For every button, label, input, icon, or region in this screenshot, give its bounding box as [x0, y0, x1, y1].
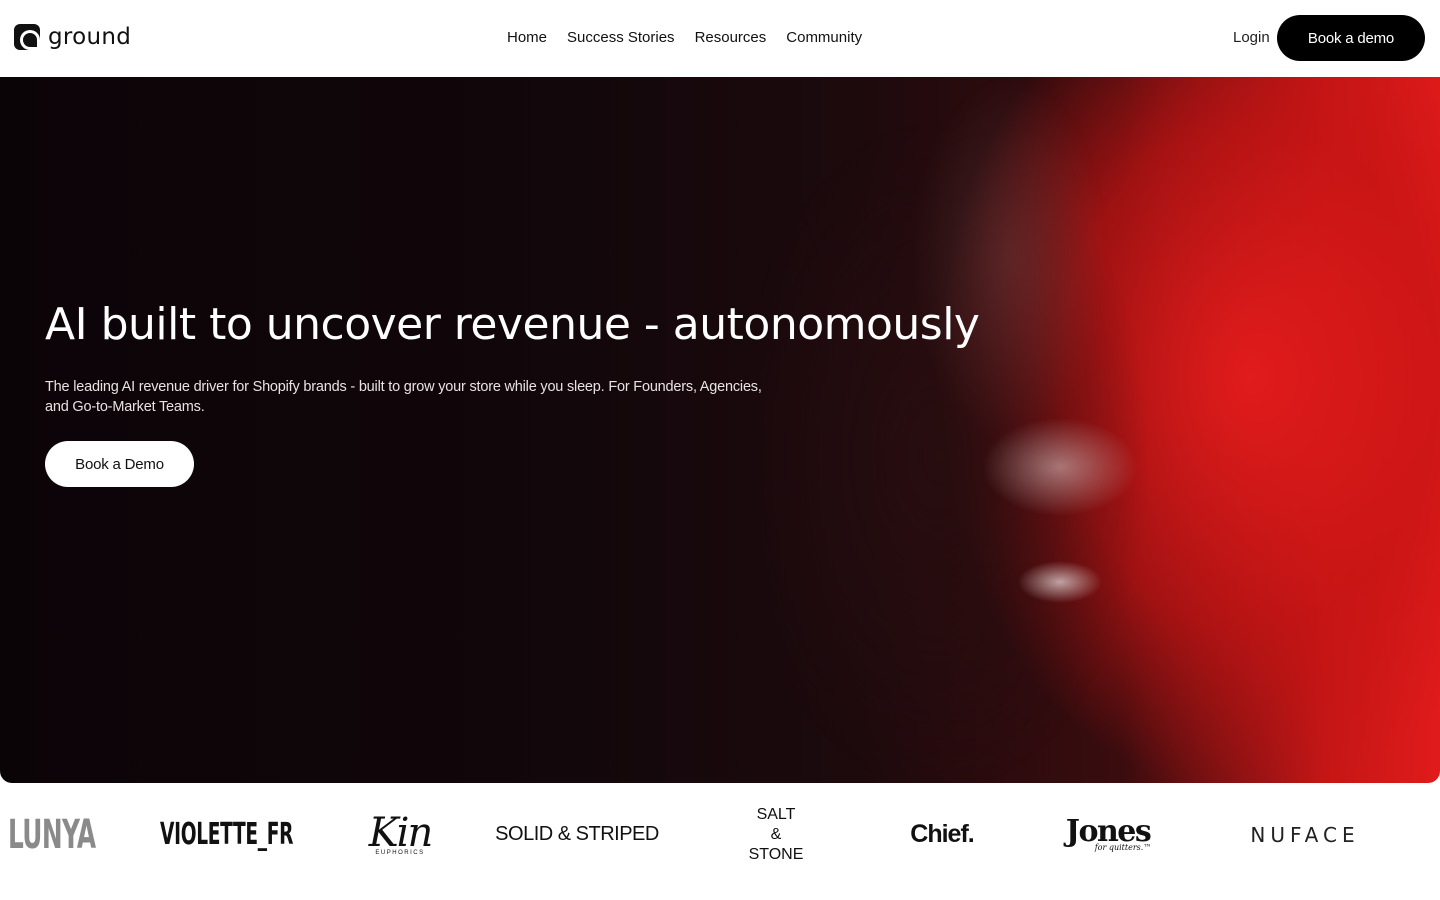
logo-solid-striped: SOLID & STRIPED — [495, 823, 659, 845]
logo-nuface: NUFACE — [1250, 822, 1360, 847]
logo-jones: Jones for quitters.™ — [1060, 783, 1156, 886]
logo-salt-line-3: STONE — [748, 845, 804, 863]
login-link[interactable]: Login — [1233, 28, 1270, 48]
customer-logo-strip: LUNYA VIOLETTE_FR Kin EUPHORICS SOLID & … — [0, 783, 1440, 900]
hero-title: AI built to uncover revenue - autonomous… — [45, 299, 980, 350]
logo-salt-line-2: & — [770, 825, 782, 843]
brand-name: ground — [48, 24, 132, 50]
ground-logo[interactable]: ground — [14, 22, 131, 52]
logo-chief: Chief. — [910, 820, 974, 848]
logo-kin-tagline: EUPHORICS — [375, 849, 425, 856]
nav-item-success-stories[interactable]: Success Stories — [567, 28, 675, 48]
logo-lunya: LUNYA — [8, 811, 96, 858]
logo-kin-name: Kin — [368, 809, 433, 856]
logo-violette-fr: VIOLETTE_FR — [160, 817, 294, 852]
book-demo-hero-button[interactable]: Book a Demo — [45, 441, 194, 487]
hero-content: AI built to uncover revenue - autonomous… — [45, 297, 980, 487]
nav-item-resources[interactable]: Resources — [695, 28, 767, 48]
logo-kin-euphorics: Kin EUPHORICS — [368, 783, 433, 886]
nav-item-community[interactable]: Community — [786, 28, 862, 48]
hero-subtitle: The leading AI revenue driver for Shopif… — [45, 379, 762, 415]
logo-salt-stone: SALT & STONE — [740, 783, 812, 886]
hero-section: AI built to uncover revenue - autonomous… — [0, 77, 1440, 783]
book-demo-header-button[interactable]: Book a demo — [1277, 15, 1425, 61]
logo-salt-line-1: SALT — [756, 805, 796, 823]
main-nav: Home Success Stories Resources Community — [507, 28, 862, 48]
site-header: ground Home Success Stories Resources Co… — [0, 0, 1440, 77]
ground-logo-icon — [14, 24, 40, 50]
nav-item-home[interactable]: Home — [507, 28, 547, 48]
logo-jones-tagline: for quitters.™ — [1094, 843, 1152, 852]
